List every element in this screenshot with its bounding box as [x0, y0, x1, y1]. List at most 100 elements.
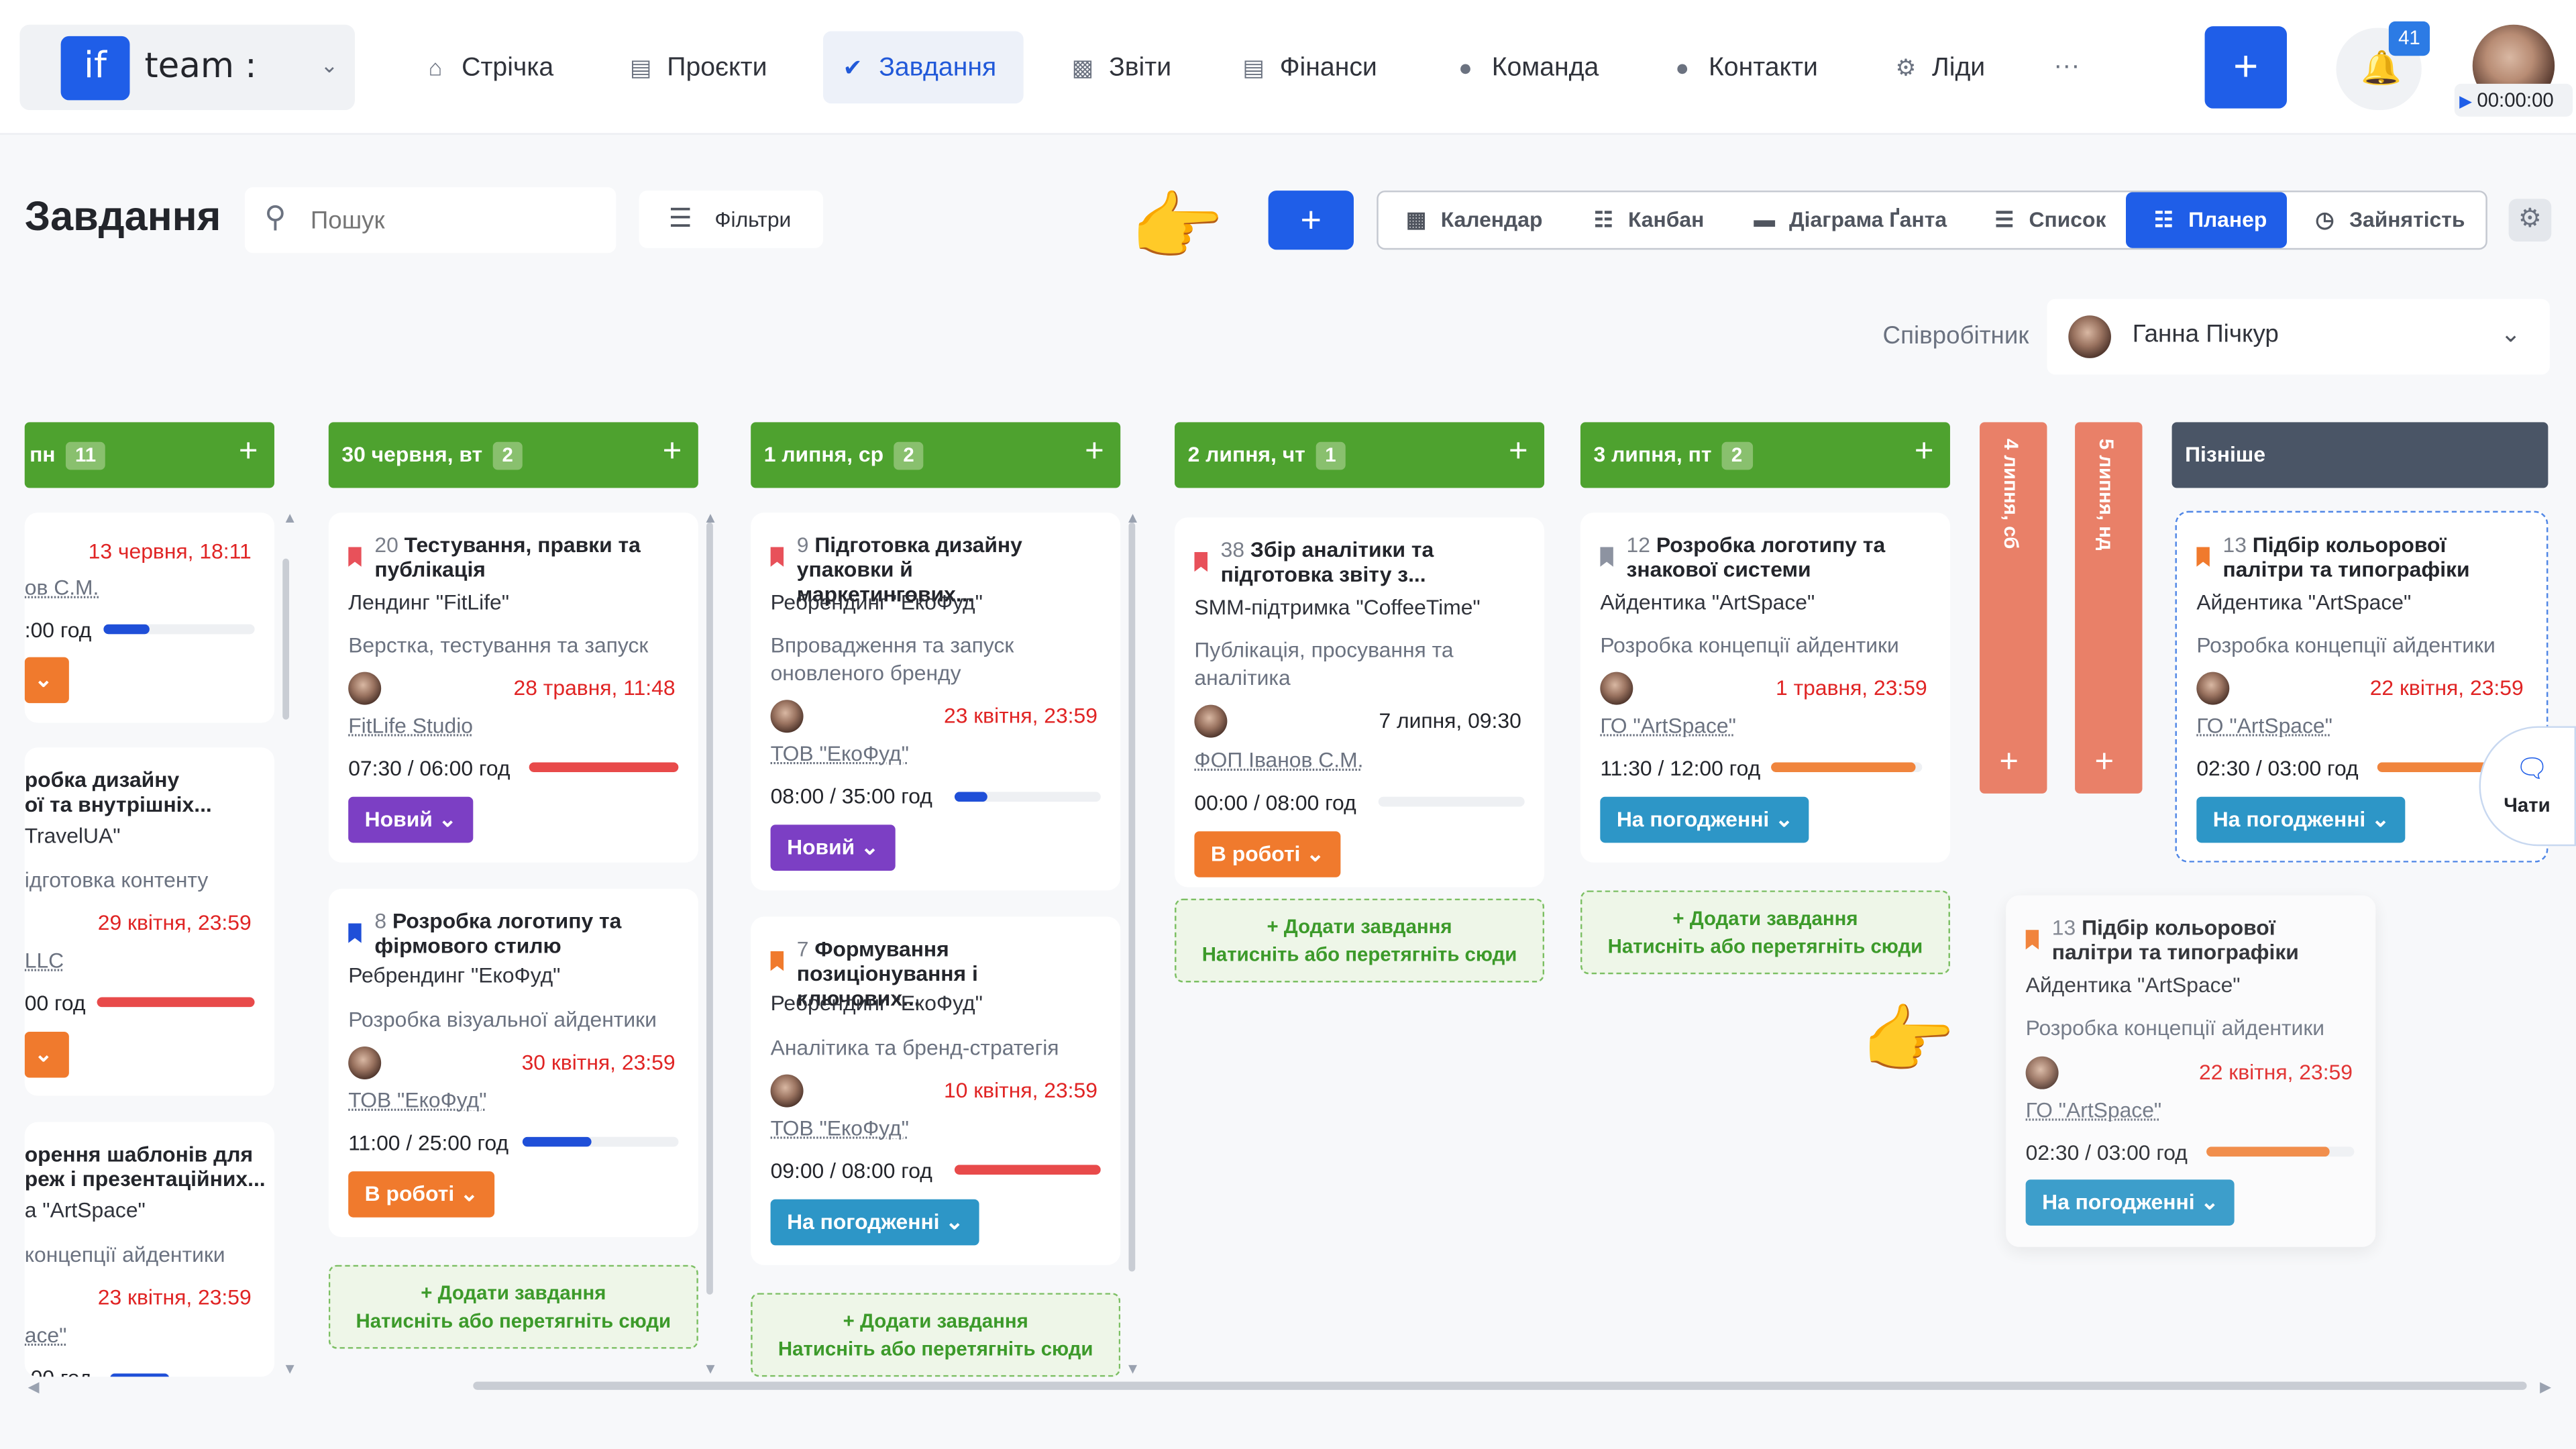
nav-item-label: Фінанси: [1279, 54, 1377, 83]
view-workload[interactable]: ◷ Зайнятість: [2310, 193, 2465, 248]
task-client[interactable]: LLC: [25, 948, 64, 973]
task-card[interactable]: 8 Розробка логотипу та фірмового стилю Р…: [328, 888, 698, 1238]
nav-item-tasks[interactable]: ✔ Завдання: [822, 31, 1024, 104]
scroll-up-arrow-icon[interactable]: ▲: [1126, 509, 1140, 525]
add-column-task-button[interactable]: +: [663, 434, 682, 472]
task-client[interactable]: ГО "ArtSpace": [1600, 713, 1736, 738]
gantt-icon: ▬: [1754, 207, 1776, 232]
priority-flag-icon: [348, 547, 362, 567]
column-collapsed-jul4[interactable]: 4 липня, сб +: [1980, 422, 2047, 794]
task-title: 12 Розробка логотипу та знакової системи: [1627, 532, 1923, 581]
status-dropdown[interactable]: На погодженні ⌄: [1600, 796, 1810, 843]
status-dropdown[interactable]: ⌄: [24, 1031, 69, 1078]
task-number: 20: [374, 532, 398, 557]
scroll-left-arrow-icon[interactable]: ◀: [28, 1379, 40, 1397]
task-card[interactable]: робка дизайну ої та внутрішніх... TravelU…: [24, 747, 274, 1096]
filters-button[interactable]: ☰ Фільтри: [639, 191, 823, 248]
nav-item-finance[interactable]: ▤ Фінанси: [1224, 32, 1394, 104]
scroll-down-arrow-icon[interactable]: ▼: [1126, 1360, 1140, 1377]
planner-icon: ☷: [2154, 207, 2174, 232]
column-scrollbar[interactable]: [282, 558, 290, 720]
search-box[interactable]: ⚲: [244, 187, 616, 254]
nav-item-projects[interactable]: ▤ Проєкти: [611, 32, 784, 104]
search-input[interactable]: [310, 200, 590, 240]
view-planner[interactable]: ☷ Планер: [2126, 192, 2288, 248]
settings-gear-icon[interactable]: ⚙: [2508, 199, 2552, 242]
scroll-down-arrow-icon[interactable]: ▼: [703, 1360, 718, 1377]
add-task-dropzone[interactable]: + Додати завдання Натисніть або перетягн…: [1580, 890, 1950, 975]
add-column-task-button[interactable]: +: [1085, 434, 1104, 472]
add-column-task-button[interactable]: +: [1999, 744, 2019, 782]
status-dropdown[interactable]: На погодженні ⌄: [2196, 796, 2406, 843]
workspace-switcher[interactable]: if team : ⌄: [19, 24, 355, 111]
task-card[interactable]: 13 червня, 18:11 ов С.М. :00 год ⌄: [24, 513, 274, 723]
nav-item-label: Проєкти: [667, 54, 767, 83]
time-tracker[interactable]: ▶ 00:00:00: [2454, 83, 2573, 117]
task-project: Айдентика "ArtSpace": [2196, 590, 2412, 614]
task-client[interactable]: ТОВ "ЕкоФуд": [771, 741, 909, 765]
employee-select[interactable]: Ганна Пічкур ⌄: [2047, 299, 2550, 375]
view-gantt[interactable]: ▬ Діаграма Ґанта: [1750, 193, 1947, 248]
scroll-down-arrow-icon[interactable]: ▼: [282, 1360, 297, 1377]
status-dropdown[interactable]: На погодженні ⌄: [770, 1199, 980, 1246]
task-client[interactable]: ов С.М.: [25, 575, 99, 600]
view-calendar[interactable]: ▦ Календар: [1401, 193, 1542, 248]
view-list[interactable]: ☰ Список: [1990, 193, 2106, 248]
task-progress-bar: [522, 1136, 679, 1147]
status-dropdown[interactable]: В роботі ⌄: [1194, 831, 1341, 877]
task-client[interactable]: ТОВ "ЕкоФуд": [348, 1087, 486, 1112]
add-column-task-button[interactable]: +: [239, 434, 258, 472]
column-scrollbar[interactable]: [1128, 522, 1136, 1272]
status-dropdown[interactable]: ⌄: [24, 657, 69, 704]
task-card[interactable]: 20 Тестування, правки та публікація Ленд…: [328, 513, 698, 863]
task-progress-bar: [103, 624, 255, 635]
task-card[interactable]: 12 Розробка логотипу та знакової системи…: [1580, 513, 1950, 863]
task-card[interactable]: орення шаблонів для реж і презентаційних.…: [24, 1122, 274, 1377]
filters-label: Фільтри: [714, 207, 792, 232]
view-kanban[interactable]: ☷ Канбан: [1589, 193, 1704, 248]
nav-item-feed[interactable]: ⌂ Стрічка: [406, 32, 570, 104]
add-task-dropzone[interactable]: + Додати завдання Натисніть або перетягн…: [751, 1293, 1121, 1377]
nav-item-contacts[interactable]: ● Контакти: [1653, 32, 1835, 104]
task-project: Ребрендинг "ЕкоФуд": [770, 590, 983, 614]
dragged-task-card[interactable]: 13 Підбір кольорової палітри та типограф…: [2006, 895, 2376, 1247]
task-hours: 08:00 / 35:00 год: [770, 784, 932, 808]
task-client[interactable]: ГО "ArtSpace": [2026, 1097, 2162, 1122]
task-client[interactable]: ФОП Іванов С.М.: [1194, 747, 1363, 772]
task-progress-bar: [2206, 1146, 2355, 1157]
task-card[interactable]: 38 Збір аналітики та підготовка звіту з.…: [1175, 517, 1545, 888]
task-progress-bar: [110, 1373, 170, 1377]
task-client[interactable]: ГО "ArtSpace": [2196, 713, 2332, 738]
scroll-right-arrow-icon[interactable]: ▶: [2540, 1379, 2551, 1397]
scroll-up-arrow-icon[interactable]: ▲: [282, 509, 297, 525]
column-collapsed-jul5[interactable]: 5 липня, нд +: [2075, 422, 2143, 794]
add-task-button[interactable]: +: [1268, 191, 1354, 250]
task-card[interactable]: 7 Формування позиціонування і ключових..…: [751, 916, 1121, 1265]
status-dropdown[interactable]: Новий ⌄: [770, 824, 896, 871]
create-button[interactable]: +: [2204, 26, 2288, 109]
add-task-dropzone[interactable]: + Додати завдання Натисніть або перетягн…: [1175, 898, 1545, 983]
column-header-jul3: 3 липня, пт 2 +: [1580, 422, 1950, 488]
nav-item-label: Завдання: [879, 54, 997, 83]
add-column-task-button[interactable]: +: [1509, 434, 1528, 472]
nav-more-button[interactable]: ···: [2037, 32, 2096, 104]
column-scrollbar[interactable]: [706, 522, 713, 1295]
add-column-task-button[interactable]: +: [2094, 744, 2114, 782]
add-column-task-button[interactable]: +: [1915, 434, 1934, 472]
task-client[interactable]: ace": [25, 1322, 67, 1347]
task-card[interactable]: 9 Підготовка дизайну упаковки й маркетин…: [751, 513, 1121, 891]
nav-item-reports[interactable]: ▩ Звіти: [1053, 32, 1188, 104]
scroll-up-arrow-icon[interactable]: ▲: [703, 509, 718, 525]
nav-item-leads[interactable]: ⚙ Ліди: [1876, 32, 2002, 104]
status-dropdown[interactable]: Новий ⌄: [348, 796, 473, 843]
add-task-dropzone[interactable]: + Додати завдання Натисніть або перетягн…: [328, 1265, 698, 1349]
nav-item-team[interactable]: ● Команда: [1436, 32, 1615, 104]
task-progress-bar: [529, 762, 679, 773]
horizontal-scrollbar[interactable]: [473, 1381, 2527, 1390]
status-dropdown[interactable]: На погодженні ⌄: [2025, 1179, 2235, 1226]
progress-fill: [2206, 1146, 2329, 1157]
task-client[interactable]: ТОВ "ЕкоФуд": [771, 1116, 909, 1140]
task-deadline: 30 квітня, 23:59: [521, 1049, 676, 1075]
status-dropdown[interactable]: В роботі ⌄: [348, 1171, 495, 1218]
task-client[interactable]: FitLife Studio: [348, 713, 473, 738]
